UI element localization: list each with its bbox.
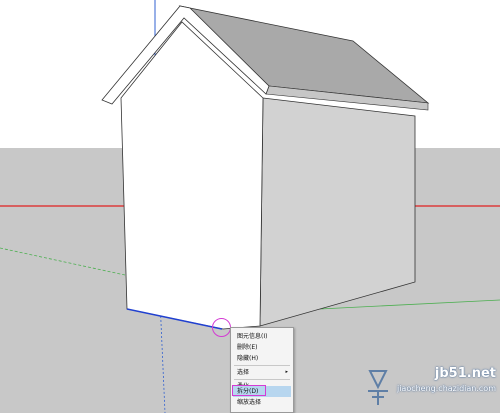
menu-item-select[interactable]: 选择 ▸ (233, 367, 291, 378)
context-menu[interactable]: 图元信息(I) 删除(E) 隐藏(H) 选择▸ 柔化 拆分(D) 缩放选择 (230, 327, 294, 413)
menu-item-label: 删除(E) (237, 344, 258, 351)
menu-item-split[interactable]: 拆分(D) (233, 386, 291, 397)
vertex-highlight-circle (212, 318, 231, 337)
menu-item-label: 图元信息(I) (237, 333, 268, 340)
submenu-arrow-icon: ▸ (285, 369, 288, 375)
watermark-logo-icon (368, 370, 388, 405)
menu-item-zoom-selection[interactable]: 缩放选择 (233, 397, 291, 408)
menu-item-entity-info[interactable]: 图元信息(I) (233, 331, 291, 342)
menu-item-label: 选择 (237, 369, 250, 376)
menu-separator (234, 365, 290, 366)
menu-item-label: 拆分(D) (237, 388, 259, 395)
menu-item-label: 缩放选择 (237, 399, 262, 406)
menu-item-delete[interactable]: 删除(E) (233, 342, 291, 353)
watermark: jb51.net jiaocheng.chazidian.com (364, 365, 496, 411)
menu-item-label: 隐藏(H) (237, 355, 259, 362)
menu-separator (234, 379, 290, 380)
menu-item-hide[interactable]: 隐藏(H) (233, 353, 291, 364)
